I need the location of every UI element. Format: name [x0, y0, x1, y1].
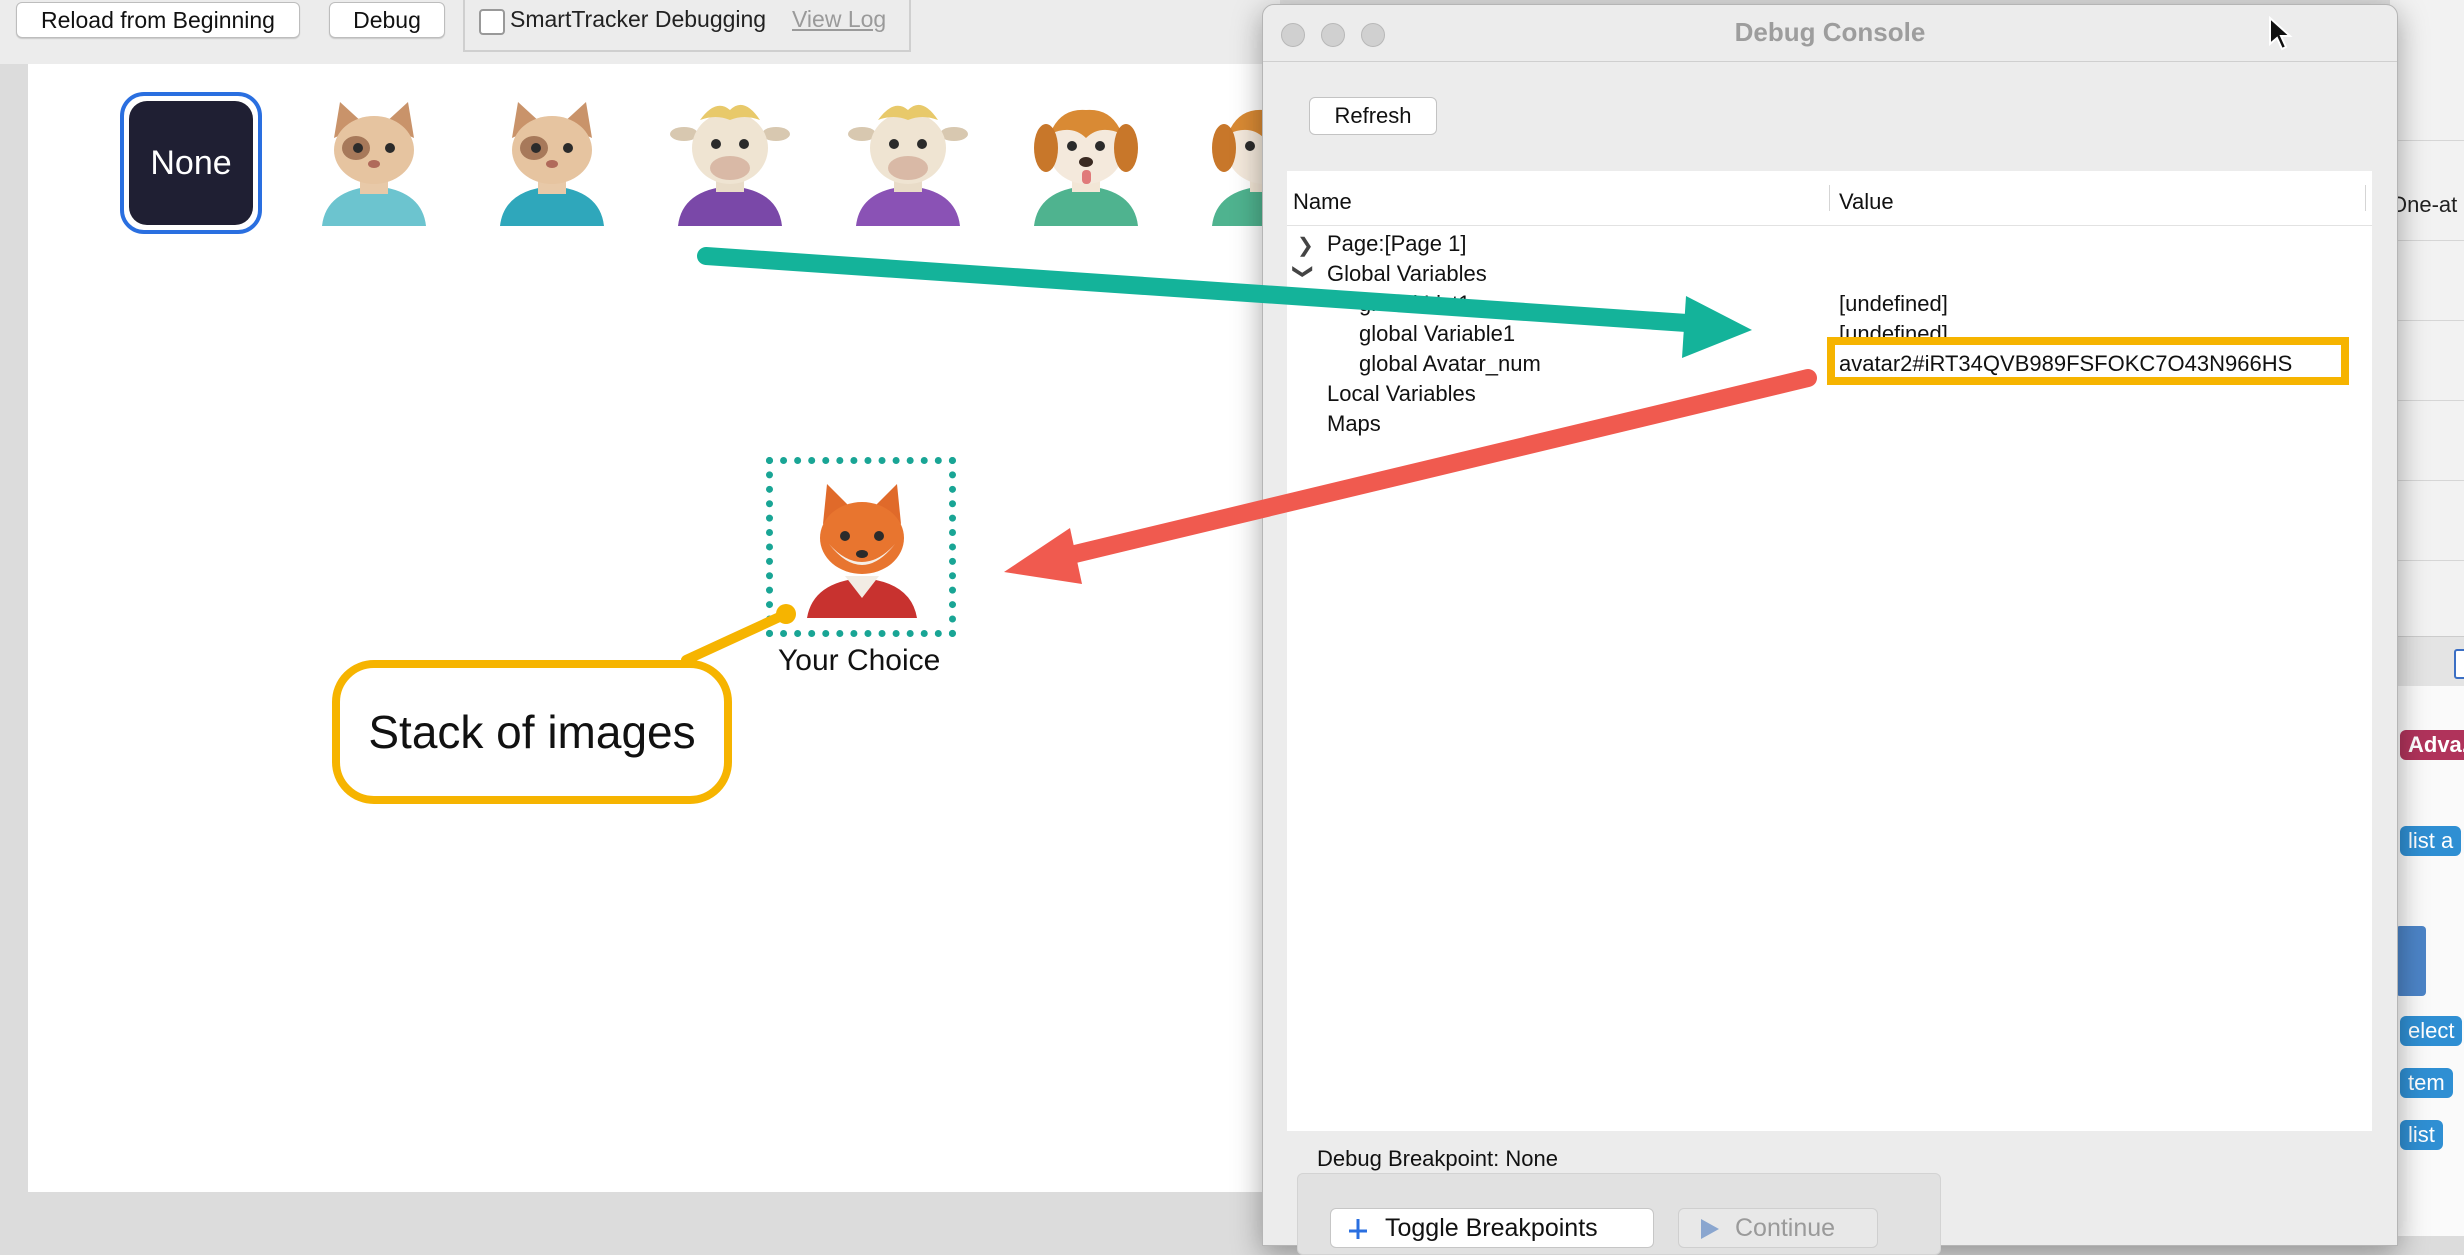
red-arrow-line	[1041, 369, 1817, 569]
teal-arrow-head	[1682, 296, 1752, 358]
callout-leader-line	[681, 609, 791, 665]
teal-arrow-line	[697, 247, 1725, 334]
red-arrow-head	[1004, 528, 1082, 584]
callout-leader-dot	[776, 604, 796, 624]
mouse-cursor-icon	[2269, 16, 2293, 51]
annotation-arrows	[681, 247, 1817, 665]
